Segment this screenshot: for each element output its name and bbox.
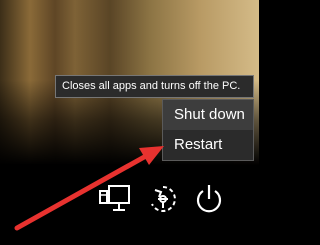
network-icon[interactable] bbox=[98, 183, 132, 215]
accessibility-icon[interactable] bbox=[147, 183, 179, 215]
power-icon[interactable] bbox=[194, 183, 224, 215]
